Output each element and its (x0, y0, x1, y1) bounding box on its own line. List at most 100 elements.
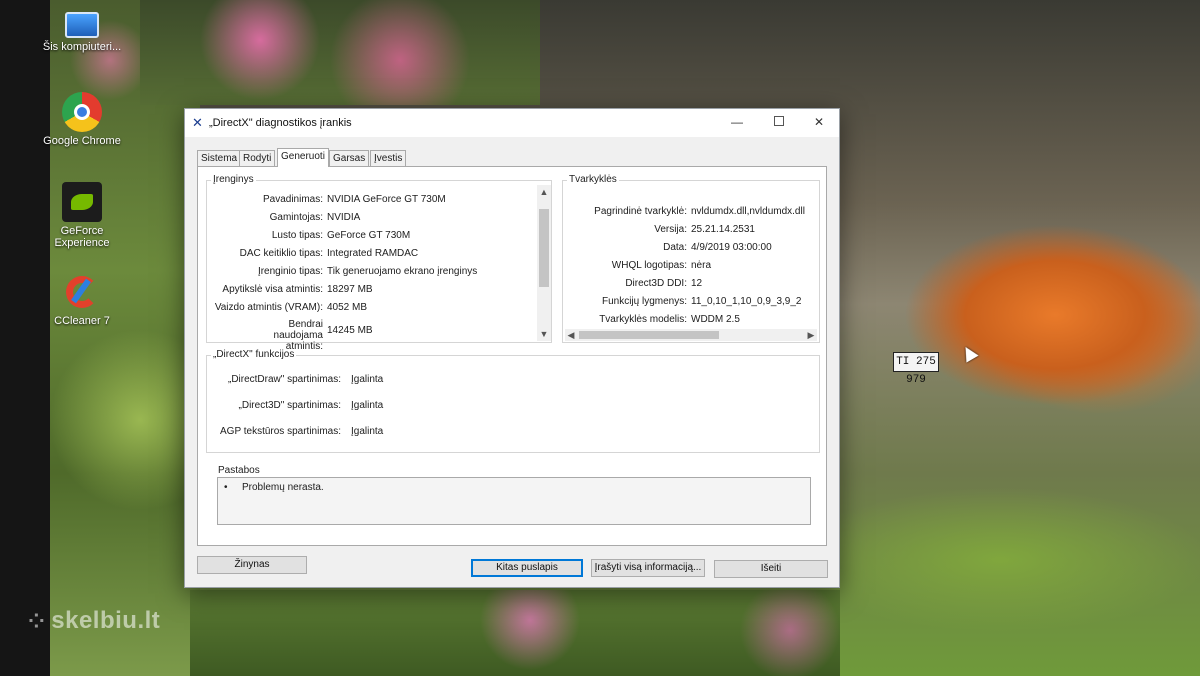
device-row-vram: Vaizdo atmintis (VRAM): 4052 MB (207, 301, 537, 315)
desktop-icon-ccleaner[interactable]: CCleaner 7 (42, 272, 122, 327)
driver-row-version: Versija: 25.21.14.2531 (563, 223, 819, 237)
desktop-icon-label: GeForce Experience (54, 225, 110, 249)
features-group-title: „DirectX" funkcijos (211, 349, 297, 360)
tab-garsas[interactable]: Garsas (329, 150, 370, 166)
notes-box[interactable]: • Problemų nerasta. (217, 477, 811, 525)
field-value: Įgalinta (351, 400, 384, 411)
desktop-icon-this-pc[interactable]: Šis kompiuteri... (42, 4, 122, 53)
scrollbar-thumb[interactable] (539, 209, 549, 287)
field-value: 4052 MB (327, 302, 368, 313)
device-row-dac: DAC keitiklio tipas: Integrated RAMDAC (207, 247, 537, 261)
field-label: Versija: (654, 224, 687, 235)
field-label: Įrenginio tipas: (257, 266, 323, 277)
wallpaper-car (855, 205, 1200, 435)
minimize-button[interactable]: — (717, 109, 757, 135)
desktop-icon-label: CCleaner 7 (54, 315, 110, 327)
scrollbar-thumb[interactable] (579, 331, 719, 339)
field-value: Integrated RAMDAC (327, 248, 419, 259)
device-scrollbar[interactable]: ▲ ▼ (537, 185, 551, 341)
field-value: 18297 MB (327, 284, 373, 295)
dxdiag-window: ✕ „DirectX" diagnostikos įrankis — ✕ Sis… (184, 108, 840, 588)
feature-row-direct3d: „Direct3D" spartinimas: Įgalinta (207, 399, 507, 413)
device-row-manufacturer: Gamintojas: NVIDIA (207, 211, 537, 225)
directx-features-group: „DirectX" funkcijos „DirectDraw" spartin… (206, 349, 820, 453)
field-label: Data: (663, 242, 687, 253)
ccleaner-icon (62, 272, 102, 312)
field-value: GeForce GT 730M (327, 230, 411, 241)
field-value: Įgalinta (351, 426, 384, 437)
wallpaper-flowers (140, 0, 540, 105)
this-pc-icon (65, 12, 99, 38)
exit-button[interactable]: Išeiti (714, 560, 828, 578)
feature-row-directdraw: „DirectDraw" spartinimas: Įgalinta (207, 373, 507, 387)
field-value: nvldumdx.dll,nvldumdx.dll (691, 206, 805, 217)
notes-group-title: Pastabos (216, 465, 262, 476)
field-label: „DirectDraw" spartinimas: (227, 374, 341, 385)
field-value: 4/9/2019 03:00:00 (691, 242, 772, 253)
license-plate: TI 275 979 (893, 352, 939, 386)
watermark: ⁘ skelbiu.lt (28, 607, 160, 635)
window-title: „DirectX" diagnostikos įrankis (209, 117, 352, 129)
field-value: WDDM 2.5 (691, 314, 740, 325)
field-value: 12 (691, 278, 703, 289)
scroll-down-icon[interactable]: ▼ (537, 327, 551, 341)
maximize-button[interactable] (759, 109, 799, 135)
drivers-scrollbar[interactable]: ◀ ▶ (565, 329, 817, 341)
field-value: 25.21.14.2531 (691, 224, 755, 235)
device-row-total-memory: Apytikslė visa atmintis: 18297 MB (207, 283, 537, 297)
device-row-chip: Lusto tipas: GeForce GT 730M (207, 229, 537, 243)
driver-row-main: Pagrindinė tvarkyklė: nvldumdx.dll,nvldu… (563, 205, 819, 219)
field-label: Bendrai naudojama atmintis: (273, 319, 323, 352)
tab-generuoti[interactable]: Generuoti (277, 148, 329, 167)
next-page-button[interactable]: Kitas puslapis (471, 559, 583, 577)
watermark-text: skelbiu.lt (51, 607, 161, 634)
field-label: Direct3D DDI: (625, 278, 687, 289)
driver-row-feature-levels: Funkcijų lygmenys: 11_0,10_1,10_0,9_3,9_… (563, 295, 819, 309)
field-value: NVIDIA GeForce GT 730M (327, 194, 446, 205)
nvidia-icon (62, 182, 102, 222)
field-label: AGP tekstūros spartinimas: (220, 426, 341, 437)
watermark-dots-icon: ⁘ (28, 611, 46, 633)
desktop-icon-label: Google Chrome (43, 135, 121, 147)
field-value: nėra (691, 260, 712, 271)
save-all-info-button[interactable]: Įrašyti visą informaciją... (591, 559, 705, 577)
driver-row-ddi: Direct3D DDI: 12 (563, 277, 819, 291)
help-button[interactable]: Žinynas (197, 556, 307, 574)
title-bar[interactable]: ✕ „DirectX" diagnostikos įrankis — ✕ (185, 109, 839, 137)
feature-row-agp: AGP tekstūros spartinimas: Įgalinta (207, 425, 507, 439)
device-row-name: Pavadinimas: NVIDIA GeForce GT 730M (207, 193, 537, 207)
field-value: Įgalinta (351, 374, 384, 385)
field-label: Gamintojas: (269, 212, 323, 223)
wallpaper-flowers-bottom (190, 590, 840, 676)
desktop-icon-geforce[interactable]: GeForce Experience (42, 182, 122, 249)
field-label: DAC keitiklio tipas: (239, 248, 323, 259)
driver-row-date: Data: 4/9/2019 03:00:00 (563, 241, 819, 255)
chrome-icon (62, 92, 102, 132)
field-label: Lusto tipas: (271, 230, 323, 241)
device-row-type: Įrenginio tipas: Tik generuojamo ekrano … (207, 265, 537, 279)
close-button[interactable]: ✕ (799, 109, 839, 135)
tab-rodyti[interactable]: Rodyti (239, 150, 276, 166)
field-label: Pagrindinė tvarkyklė: (594, 206, 687, 217)
driver-row-whql: WHQL logotipas: nėra (563, 259, 819, 273)
tab-sistema[interactable]: Sistema (197, 150, 242, 166)
field-label: Tvarkyklės modelis: (599, 314, 687, 325)
field-value: NVIDIA (327, 212, 361, 223)
desktop-icon-chrome[interactable]: Google Chrome (42, 92, 122, 147)
bullet-icon: • (224, 482, 228, 493)
field-label: WHQL logotipas: (611, 260, 687, 271)
directx-icon: ✕ (192, 115, 203, 130)
field-value: 14245 MB (327, 325, 373, 336)
field-value: Tik generuojamo ekrano įrenginys (327, 266, 478, 277)
field-label: „Direct3D" spartinimas: (238, 400, 341, 411)
device-group-title: Įrenginys (211, 174, 256, 185)
device-group: Įrenginys Pavadinimas: NVIDIA GeForce GT… (206, 174, 552, 352)
drivers-group: Tvarkyklės Pagrindinė tvarkyklė: nvldumd… (562, 174, 820, 343)
field-label: Funkcijų lygmenys: (601, 296, 687, 307)
device-row-shared-memory: Bendrai naudojama atmintis: 14245 MB (207, 319, 537, 352)
scroll-left-icon[interactable]: ◀ (565, 329, 577, 341)
tab-ivestis[interactable]: Įvestis (370, 150, 407, 166)
scroll-up-icon[interactable]: ▲ (537, 185, 551, 199)
scroll-right-icon[interactable]: ▶ (805, 329, 817, 341)
note-item: Problemų nerasta. (242, 482, 324, 493)
